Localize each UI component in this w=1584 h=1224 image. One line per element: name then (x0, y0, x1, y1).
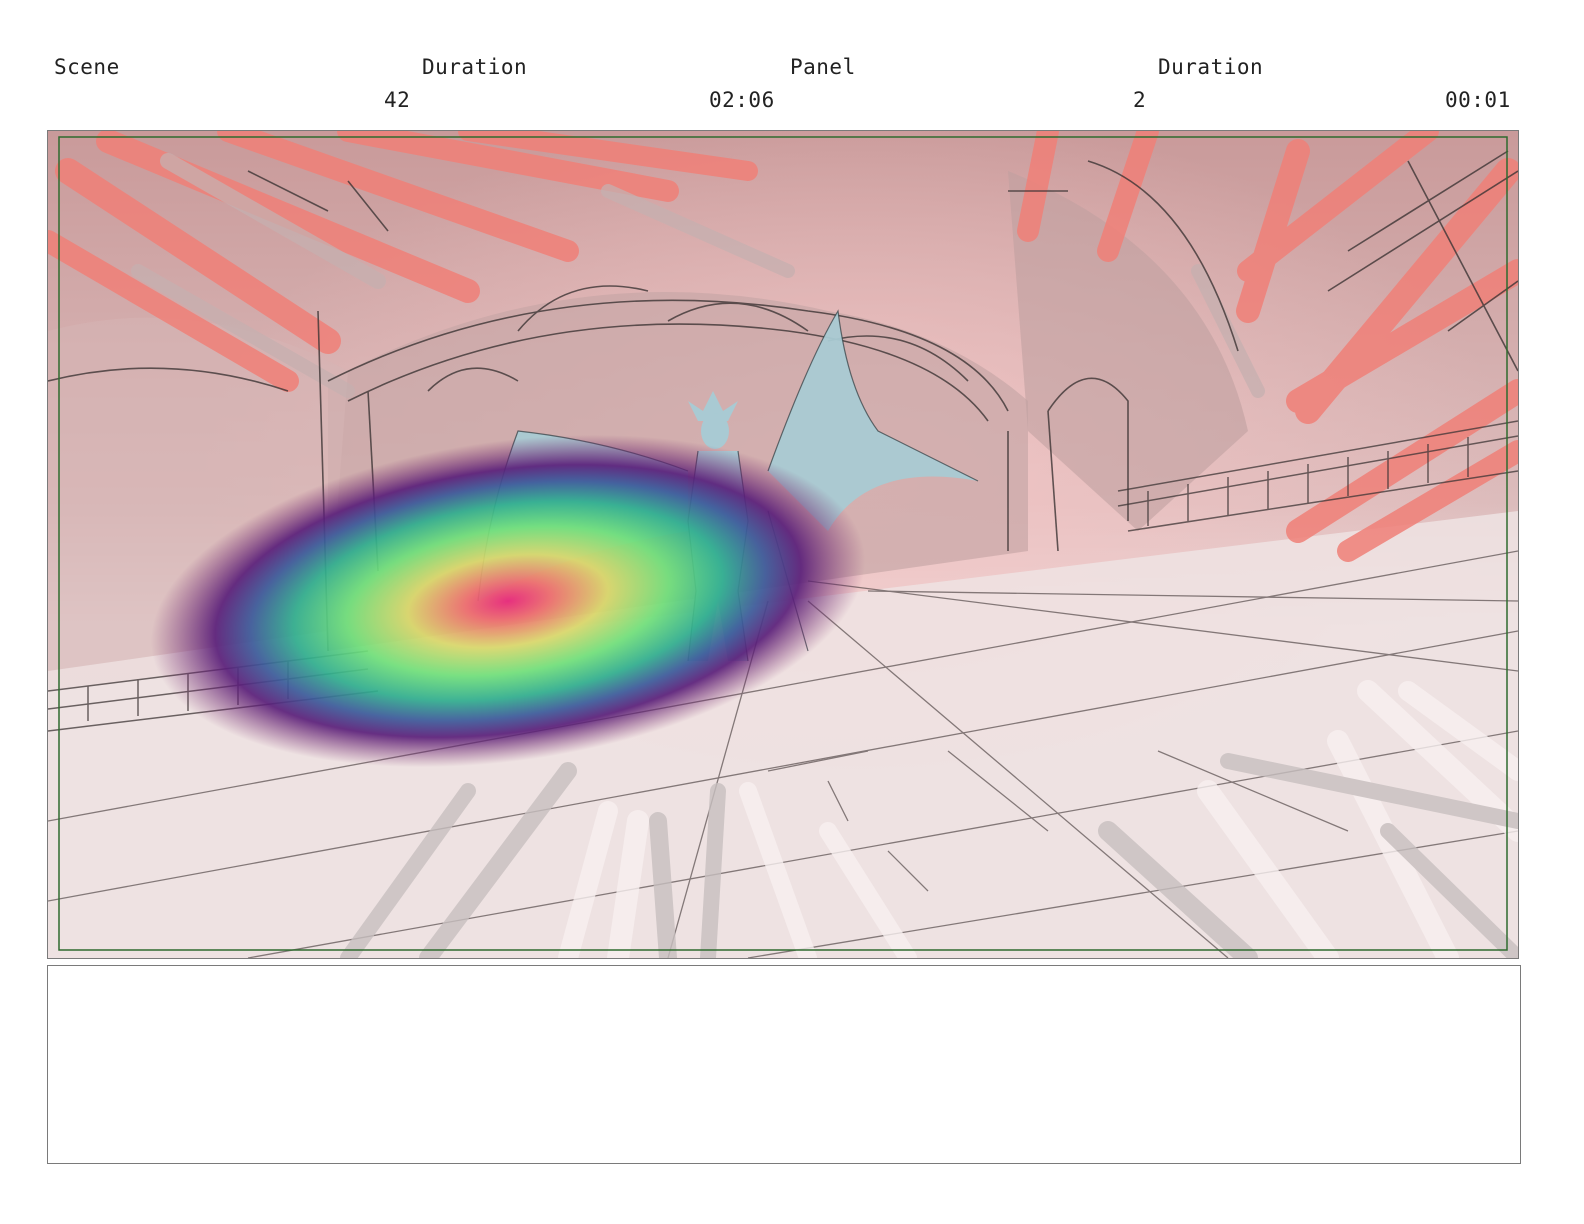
panel-label: Panel (790, 55, 856, 79)
scene-label: Scene (54, 55, 120, 79)
panel-duration-label: Duration (1158, 55, 1264, 79)
scene-number: 42 (384, 88, 411, 112)
storyboard-sketch-image (48, 131, 1518, 958)
duration-label: Duration (422, 55, 528, 79)
scene-duration: 02:06 (709, 88, 775, 112)
notes-box[interactable] (47, 965, 1521, 1164)
panel-number: 2 (1133, 88, 1147, 112)
storyboard-panel (47, 130, 1519, 959)
panel-duration: 00:01 (1445, 88, 1511, 112)
notes-text (48, 966, 1520, 986)
